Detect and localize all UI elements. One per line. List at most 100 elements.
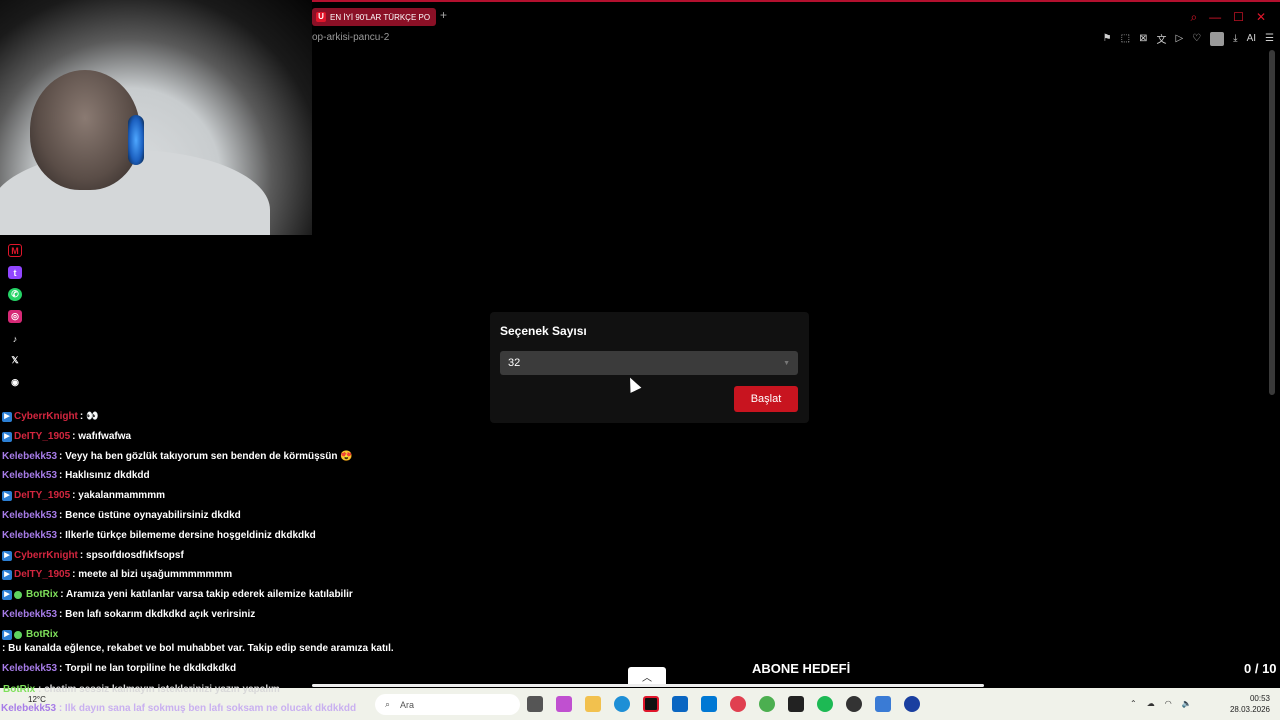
store-icon[interactable] [672,696,688,712]
twitch-icon[interactable]: t [8,266,22,279]
chat-message: Kelebekk53: Veyy ha ben gözlük takıyorum… [2,450,422,464]
app-icon[interactable] [904,696,920,712]
webcam-person-head [30,70,140,190]
system-tray: ⌃ ☁ ◠ 🔈 [1130,699,1192,708]
translate-icon[interactable]: 文 [1156,31,1166,46]
kick-badge-icon: ▶ [2,590,12,601]
chat-message: Kelebekk53: Ben lafı sokarım dkdkdkd açı… [2,608,422,622]
chat-text: : spsoıfdıosdfıkfsopsf [79,549,184,561]
scrollbar-thumb[interactable] [1269,50,1275,395]
option-count-select[interactable]: 32 ▼ [500,351,798,375]
overlay-user: BotRix [3,684,36,695]
outlook-icon[interactable] [701,696,717,712]
chat-text: : Torpil ne lan torpiline he dkdkdkdkd [59,662,237,674]
cloud-icon[interactable]: ☁ [1147,699,1155,708]
heart-icon[interactable]: ♡ [1192,33,1201,44]
menu-icon[interactable]: ☰ [1265,33,1274,44]
browser-tab[interactable]: U EN İYİ 90'LAR TÜRKÇE PO [312,8,436,26]
chrome-icon[interactable] [759,696,775,712]
chat-message: Kelebekk53: Ilkerle türkçe bilememe ders… [2,529,422,543]
chat-username[interactable]: Kelebekk53 [2,662,57,676]
chat-username[interactable]: Kelebekk53 [2,509,57,523]
chat-username[interactable]: Kelebekk53 [2,469,57,483]
chat-text: : Aramıza yeni katılanlar varsa takip ed… [60,589,353,601]
chat-message: ▶ BotRix: Aramıza yeni katılanlar varsa t… [2,588,422,602]
volume-icon[interactable]: 🔈 [1182,699,1192,708]
obs-icon[interactable] [643,696,659,712]
option-count-dialog: Seçenek Sayısı 32 ▼ Başlat [490,312,809,423]
search-icon: ⌕ [385,699,391,709]
chevron-up-icon[interactable]: ⌃ [1130,699,1137,708]
chat-username[interactable]: BotRix [26,588,58,602]
chat-username[interactable]: Kelebekk53 [2,608,57,622]
edge-icon[interactable] [614,696,630,712]
steam-icon[interactable] [788,696,804,712]
chat-text: : 👀 [79,411,99,422]
chat-text: : Ilkerle türkçe bilememe dersine hoşgel… [59,529,316,541]
chat-username[interactable]: DeITY_1905 [14,568,70,582]
wifi-icon[interactable]: ◠ [1165,699,1172,708]
chat-text: : Bence üstüne oynayabilirsiniz dkdkd [59,509,241,521]
whatsapp-icon[interactable]: ✆ [8,288,22,301]
chat-message: Kelebekk53: Bence üstüne oynayabilirsini… [2,509,422,523]
window-controls: ⌕ — ☐ ✕ [1190,10,1266,25]
bookmark-icon[interactable]: ⚑ [1103,33,1112,44]
chat-text: : wafıfwafwa [72,430,132,442]
start-button[interactable]: Başlat [734,386,798,412]
file-explorer-icon[interactable] [585,696,601,712]
chat-username[interactable]: DeITY_1905 [14,430,70,444]
chevron-down-icon: ▼ [783,359,790,367]
chat-message: ▶ DeITY_1905: meete al bizi uşağummmmmmm [2,568,422,582]
overlay-chat-line-2: Kelebekk53 : Ilk dayın sana laf sokmuş b… [1,703,356,715]
chat-message: ▶ DeITY_1905: yakalanmammmm [2,489,422,503]
minimize-icon[interactable]: — [1209,10,1221,25]
profile-avatar[interactable] [1210,31,1225,46]
app-icon[interactable] [875,696,891,712]
chat-username[interactable]: Kelebekk53 [2,529,57,543]
play-icon[interactable]: ▷ [1175,33,1183,44]
tab-title: EN İYİ 90'LAR TÜRKÇE PO [330,12,431,22]
clock-time: 00:53 [1249,694,1270,703]
tiktok-icon[interactable]: ♪ [8,332,22,345]
social-links: M t ✆ ◎ ♪ 𝕏 ◉ [8,244,22,389]
chat-message: ▶ DeITY_1905: wafıfwafwa [2,430,422,444]
ai-button[interactable]: AI [1247,33,1256,44]
spotify-icon[interactable] [817,696,833,712]
select-value: 32 [508,357,521,369]
x-icon[interactable]: 𝕏 [8,354,22,367]
search-icon[interactable]: ⌕ [1190,10,1197,25]
maximize-icon[interactable]: ☐ [1233,10,1244,25]
task-view-icon[interactable] [527,696,543,712]
site-logo-icon[interactable]: M [8,244,22,257]
chat-text: : meete al bizi uşağummmmmmm [72,569,233,581]
page-scrollbar[interactable] [1268,50,1276,395]
expand-up-button[interactable]: ︿ [628,667,666,685]
search-placeholder: Ara [400,699,415,710]
clock-date: 28.03.2026 [1229,705,1270,714]
overlay-chat-line-1: BotRix : chatim sessiz kalmayın istekler… [3,684,280,696]
block-icon[interactable]: ⊠ [1139,33,1147,44]
app-icon[interactable] [846,696,862,712]
chat-username[interactable]: Kelebekk53 [2,450,57,464]
download-icon[interactable]: ⤓ [1233,33,1237,44]
discord-icon[interactable]: ◉ [8,376,22,389]
chat-username[interactable]: CyberrKnight [14,549,78,563]
chat-text: : Haklısınız dkdkdd [59,470,150,482]
chat-username[interactable]: BotRix [26,628,58,642]
close-icon[interactable]: ✕ [1256,10,1266,25]
screenshot-icon[interactable]: ⬚ [1121,33,1130,44]
overlay-text: : chatim sessiz kalmayın isteklerinizi y… [38,684,280,695]
app-icon[interactable] [730,696,746,712]
taskbar-clock[interactable]: 00:53 28.03.2026 [1230,693,1270,715]
instagram-icon[interactable]: ◎ [8,310,22,323]
chat-username[interactable]: CyberrKnight [14,410,78,424]
taskbar-search[interactable]: ⌕ Ara [375,694,520,715]
chat-message: Kelebekk53: Torpil ne lan torpiline he d… [2,662,422,676]
address-bar[interactable]: op-arkisi-pancu-2 [312,32,389,43]
verified-bot-icon [14,591,22,600]
browser-topbar: U EN İYİ 90'LAR TÜRKÇE PO + op-arkisi-pa… [312,0,1280,50]
kick-badge-icon: ▶ [2,570,12,581]
chat-username[interactable]: DeITY_1905 [14,489,70,503]
copilot-icon[interactable] [556,696,572,712]
new-tab-button[interactable]: + [440,8,447,22]
